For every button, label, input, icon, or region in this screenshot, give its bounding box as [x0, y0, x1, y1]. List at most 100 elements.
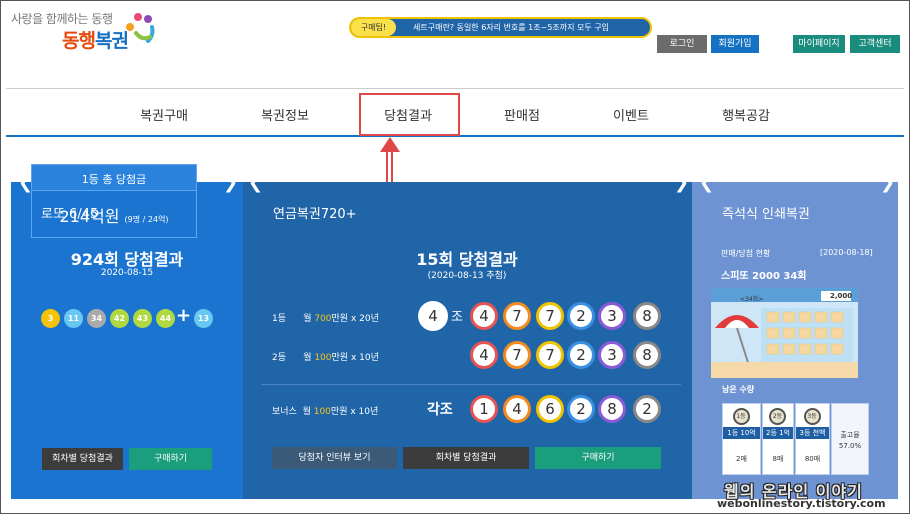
lotto-bonus-ball: 13 [194, 309, 213, 328]
pension-tip-text: 세트구매란? 동일한 6자리 번호를 1조~5조까지 모두 구입 [413, 23, 610, 32]
lotto-buy-button[interactable]: 구매하기 [129, 448, 212, 470]
pension-bonus-digit: 6 [536, 395, 564, 423]
rank1-suffix: 만원 x 20년 [331, 314, 379, 324]
instant-stat-2-label: 2등 1억 [763, 427, 793, 439]
nav-item-events[interactable]: 이벤트 [613, 105, 649, 124]
pension-rank2-digit: 4 [470, 341, 498, 369]
bonus-name: 보너스 [272, 407, 297, 417]
instant-stat-1-label: 1등 10억 [723, 427, 760, 439]
pension-round-title: 15회 당첨결과 [416, 250, 518, 269]
lotto-prize-line: 214억원 (9명 / 24억) [32, 203, 196, 227]
bonus-prefix: 월 [302, 407, 314, 417]
mypage-button[interactable]: 마이페이지 [793, 35, 845, 53]
watermark-url: webonlinestory.tistory.com [717, 497, 886, 510]
pension-group-suffix: 조 [451, 310, 463, 325]
instant-stat-2: 2등 2등 1억 8매 [762, 403, 794, 475]
lotto-history-button[interactable]: 회차별 당첨결과 [42, 448, 123, 470]
pension-bonus-digit: 2 [567, 395, 595, 423]
lotto-date: 2020-08-15 [100, 268, 154, 278]
instant-rate-label: 출고율 [840, 431, 860, 439]
instant-stat-2-value: 8매 [772, 455, 784, 463]
instant-ticket-round: <34회> [740, 296, 764, 303]
pension-rank1-digit: 7 [536, 302, 564, 330]
rank1-amount: 700 [314, 314, 332, 324]
logo-mark-icon [126, 13, 155, 43]
pension-date: (2020-08-13 추첨) [427, 271, 507, 281]
lotto-ball: 42 [110, 309, 129, 328]
site-logo[interactable]: 동행복권 [62, 26, 129, 53]
lotto-prize-amount: 214억원 [59, 207, 120, 226]
nav-item-buy[interactable]: 복권구매 [140, 105, 188, 124]
rank1-name: 1등 [272, 314, 287, 324]
pension-history-button[interactable]: 회차별 당첨결과 [403, 447, 529, 469]
pension-rank2-digit: 2 [567, 341, 595, 369]
pension-bonus-label: 보너스 월 100만원 x 10년 [272, 404, 378, 417]
pension-rank2-label: 2등 월 100만원 x 10년 [272, 350, 379, 363]
pension-rank2-digit: 8 [633, 341, 661, 369]
pension-rank1-digit: 7 [503, 302, 531, 330]
lotto-round-title: 924회 당첨결과 [70, 250, 184, 269]
pension-bonus-digit: 1 [470, 395, 498, 423]
instant-title: 즉석식 인쇄복권 [722, 207, 810, 222]
instant-remaining-label: 남은 수량 [722, 385, 755, 394]
instant-rate-value: 57.0% [838, 442, 862, 450]
pension-bonus-group: 각조 [427, 402, 453, 418]
lotto-prize-header: 1등 총 당첨금 [31, 164, 197, 191]
pension-rank2-digit: 7 [536, 341, 564, 369]
pension-interview-button[interactable]: 당첨자 인터뷰 보기 [272, 447, 397, 469]
rank2-name: 2등 [272, 353, 287, 363]
pension-rank1-digit: 4 [470, 302, 498, 330]
nav-item-stores[interactable]: 판매점 [504, 105, 540, 124]
pension-rank1-group-ball: 4 [418, 301, 448, 331]
lotto-prize-detail: (9명 / 24억) [124, 215, 169, 224]
pension-tip-pill[interactable]: 구매팁! 세트구매란? 동일한 6자리 번호를 1조~5조까지 모두 구입 [349, 17, 652, 38]
lotto-ball: 44 [156, 309, 175, 328]
pension-bonus-digit: 4 [503, 395, 531, 423]
rank2-prefix: 월 [303, 353, 315, 363]
pension-tip-badge: 구매팁! [351, 19, 396, 36]
results-highlight-box [359, 93, 460, 136]
rank2-amount: 100 [314, 353, 332, 363]
lotto-ball: 43 [133, 309, 152, 328]
medal-1-icon: 1등 [732, 408, 750, 425]
pension-bonus-digit: 2 [633, 395, 661, 423]
lotto-ball: 34 [87, 309, 106, 328]
nav-item-happy[interactable]: 행복공감 [722, 105, 770, 124]
support-button[interactable]: 고객센터 [850, 35, 900, 53]
lotto-plus-icon: + [176, 305, 192, 326]
pension-rank1-label: 1등 월 700만원 x 20년 [272, 311, 379, 324]
medal-2-icon: 2등 [769, 408, 786, 425]
logo-text-part1: 동행 [62, 30, 96, 52]
instant-ticket-prize: 2,000 [830, 292, 853, 300]
instant-stat-1: 1등 1등 10억 2매 [722, 403, 761, 475]
pension-rank2-digit: 3 [598, 341, 626, 369]
instant-game-name: 스피또 2000 34회 [721, 271, 807, 282]
lotto-next-icon[interactable]: ❯ [223, 172, 238, 193]
lotto-ball: 11 [64, 309, 83, 328]
instant-ticket-image[interactable] [711, 288, 858, 378]
pension-divider [261, 384, 681, 385]
instant-prev-icon[interactable]: ❮ [699, 172, 714, 193]
lotto-prize-label: 1등 총 당첨금 [81, 173, 147, 186]
join-button[interactable]: 회원가입 [711, 35, 759, 53]
instant-stat-3-value: 80매 [804, 455, 821, 463]
lotto-ball: 3 [41, 309, 60, 328]
pension-bonus-digit: 8 [598, 395, 626, 423]
login-button[interactable]: 로그인 [657, 35, 707, 53]
nav-item-info[interactable]: 복권정보 [261, 105, 309, 124]
pension-next-icon[interactable]: ❯ [674, 172, 689, 193]
pension-buy-button[interactable]: 구매하기 [535, 447, 661, 469]
pension-rank1-digit: 8 [633, 302, 661, 330]
instant-release-rate: 출고율 57.0% [831, 403, 869, 475]
pension-prev-icon[interactable]: ❮ [248, 172, 263, 193]
instant-stat-3: 3등 3등 천백 80매 [795, 403, 830, 475]
lotto-prize-body: 214억원 (9명 / 24억) [31, 191, 197, 238]
instant-status-label: 판매/당첨 현황 [721, 249, 771, 258]
instant-stat-3-label: 3등 천백 [796, 427, 829, 439]
pension-title: 연금복권720+ [273, 207, 357, 222]
pension-rank1-digit: 3 [598, 302, 626, 330]
site-tagline: 사랑을 함께하는 동행 [11, 12, 113, 26]
pension-rank2-digit: 7 [503, 341, 531, 369]
instant-next-icon[interactable]: ❯ [880, 172, 895, 193]
rank2-suffix: 만원 x 10년 [331, 353, 379, 363]
